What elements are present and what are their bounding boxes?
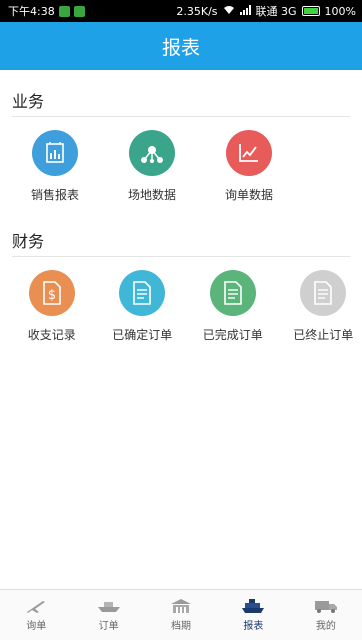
report-item-label: 询单数据	[224, 188, 273, 202]
status-time: 下午4:38	[8, 5, 55, 18]
svg-text:$: $	[48, 288, 56, 303]
report-item-label: 已完成订单	[202, 328, 263, 342]
report-item-completed-orders[interactable]: 已完成订单	[194, 270, 272, 343]
nav-label: 订单	[98, 621, 119, 632]
bar-chart-icon	[32, 130, 78, 176]
nav-item-inquiry[interactable]: 询单	[0, 590, 72, 640]
nav-label: 我的	[315, 621, 336, 632]
ship-icon	[97, 602, 120, 612]
building-icon	[171, 599, 192, 613]
nav-item-orders[interactable]: 订单	[72, 590, 144, 640]
line-chart-icon	[226, 130, 272, 176]
section-title-business: 业务	[12, 92, 45, 111]
nav-item-reports[interactable]: 报表	[217, 590, 289, 640]
status-bar: 下午4:38 2.35K/s 联通 3G 100%	[0, 0, 362, 22]
report-item-confirmed-orders[interactable]: 已确定订单	[104, 270, 182, 343]
nav-label: 询单	[26, 621, 47, 632]
nav-label: 报表	[243, 621, 264, 632]
network-icon	[129, 130, 175, 176]
report-item-label: 场地数据	[127, 188, 176, 202]
wechat-icon	[73, 5, 85, 17]
nav-label: 档期	[171, 621, 192, 632]
page-header: 报表	[0, 22, 362, 70]
report-item-label: 收支记录	[27, 328, 76, 342]
report-item-sales[interactable]: 销售报表	[13, 130, 97, 203]
document-icon	[300, 270, 347, 316]
bottom-nav: 询单 订单 档期 报表 我的	[0, 589, 362, 640]
nav-item-schedule[interactable]: 档期	[145, 590, 217, 640]
network-speed: 2.35K/s	[176, 4, 218, 18]
section-divider	[12, 116, 350, 117]
report-item-label: 已确定订单	[112, 328, 173, 342]
report-item-terminated-orders[interactable]: 已终止订单	[285, 270, 362, 343]
section-divider	[12, 256, 350, 257]
report-item-income-expense[interactable]: $ 收支记录	[13, 270, 91, 343]
page-title: 报表	[161, 36, 200, 59]
truck-icon	[314, 601, 337, 613]
notification-icon	[58, 5, 70, 17]
battery-percent: 100%	[324, 4, 356, 18]
carrier-label: 联通 3G	[255, 5, 297, 18]
document-icon	[209, 270, 256, 316]
airplane-icon	[27, 601, 46, 613]
dollar-doc-icon: $	[28, 270, 75, 316]
nav-item-mine[interactable]: 我的	[290, 590, 362, 640]
report-item-inquiry[interactable]: 询单数据	[207, 130, 291, 203]
document-icon	[119, 270, 166, 316]
battery-icon	[301, 6, 320, 16]
wifi-icon	[223, 5, 235, 18]
signal-icon	[239, 4, 251, 18]
cruise-ship-icon	[242, 599, 265, 613]
app-frame: 下午4:38 2.35K/s 联通 3G 100% 报表 业务 销售报表 场地数…	[0, 0, 362, 640]
section-title-finance: 财务	[12, 232, 45, 251]
report-item-venue[interactable]: 场地数据	[110, 130, 194, 203]
business-grid: 销售报表 场地数据 询单数据	[0, 130, 362, 203]
report-item-label: 销售报表	[30, 188, 79, 202]
report-item-label: 已终止订单	[293, 328, 354, 342]
finance-grid: $ 收支记录 已确定订单 已完成订单 已终止订单	[0, 270, 362, 343]
